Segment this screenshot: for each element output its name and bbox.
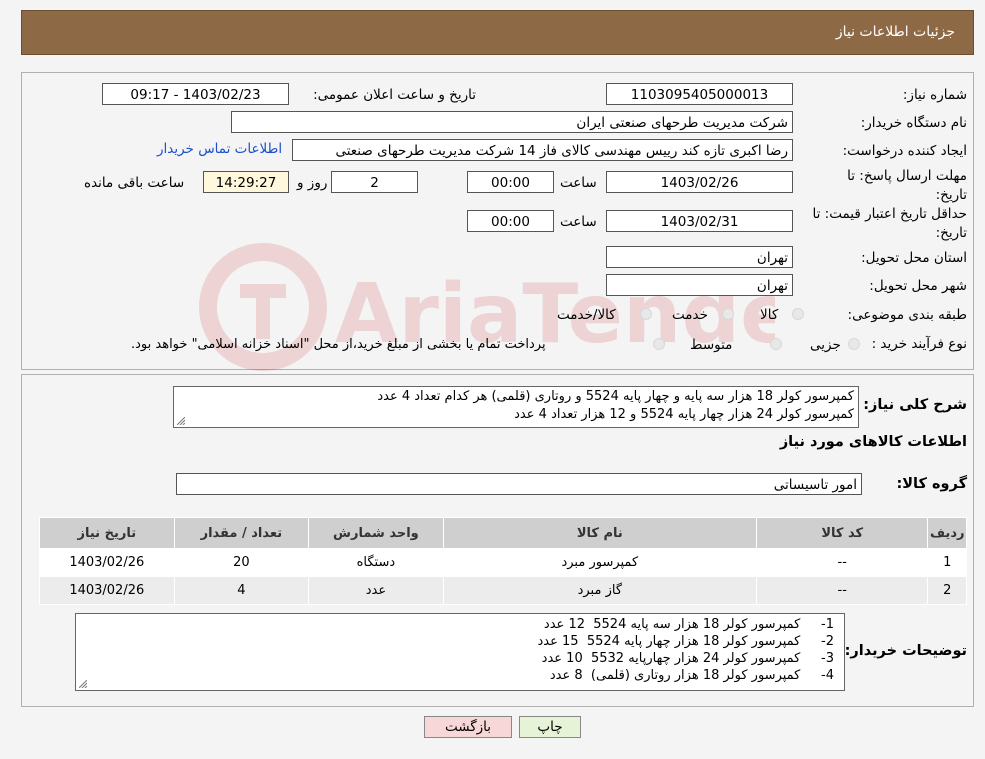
cell-unit: دستگاه <box>308 548 444 577</box>
category-radio-goods[interactable] <box>792 308 804 320</box>
deadline-time-field: 00:00 <box>467 171 554 193</box>
process-radio-treasury[interactable] <box>653 338 665 350</box>
col-row: ردیف <box>927 517 967 549</box>
category-option-service: خدمت <box>672 307 708 323</box>
description-line-2: کمپرسور کولر 24 هزار چهار پایه 5524 و 12… <box>514 407 854 422</box>
process-option-medium: متوسط <box>690 337 733 353</box>
cell-date: 1403/02/26 <box>39 576 175 605</box>
cell-name: کمپرسور مبرد <box>442 548 757 577</box>
process-radio-medium[interactable] <box>770 338 782 350</box>
creator-label: ایجاد کننده درخواست: <box>842 143 967 159</box>
validity-time-label: ساعت <box>560 214 597 230</box>
process-radio-minor[interactable] <box>848 338 860 350</box>
buyer-org-label: نام دستگاه خریدار: <box>860 115 967 131</box>
col-name: نام کالا <box>442 517 757 549</box>
table-row: 1 -- کمپرسور مبرد دستگاه 20 1403/02/26 <box>39 548 967 577</box>
resize-grip-icon[interactable] <box>79 680 87 688</box>
city-field: تهران <box>606 274 793 296</box>
buyer-contact-link[interactable]: اطلاعات تماس خریدار <box>157 141 282 157</box>
buyer-note-line-2: 2- کمپرسور کولر 18 هزار چهار پایه 5524 1… <box>537 634 834 649</box>
category-radio-both[interactable] <box>640 308 652 320</box>
description-textarea[interactable]: کمپرسور کولر 18 هزار سه پایه و چهار پایه… <box>173 386 859 428</box>
cell-row: 2 <box>927 576 967 605</box>
cell-unit: عدد <box>308 576 444 605</box>
validity-label: حداقل تاریخ اعتبار قیمت: تا تاریخ: <box>812 206 967 241</box>
buyer-notes-label: توضیحات خریدار: <box>844 643 967 659</box>
cell-code: -- <box>755 548 929 577</box>
goods-group-field: امور تاسیساتی <box>176 473 862 495</box>
cell-date: 1403/02/26 <box>39 548 175 577</box>
buyer-note-line-4: 4- کمپرسور کولر 18 هزار روتاری (قلمی) 8 … <box>549 668 834 683</box>
city-label: شهر محل تحویل: <box>869 278 967 294</box>
print-button[interactable]: چاپ <box>519 716 581 738</box>
buyer-notes-textarea[interactable]: 1- کمپرسور کولر 18 هزار سه پایه 5524 12 … <box>75 613 845 691</box>
creator-field: رضا اکبری تازه کند رییس مهندسی کالای فاز… <box>292 139 793 161</box>
goods-table: ردیف کد کالا نام کالا واحد شمارش تعداد /… <box>39 517 967 605</box>
province-field: تهران <box>606 246 793 268</box>
validity-time-field: 00:00 <box>467 210 554 232</box>
page-header: جزئیات اطلاعات نیاز <box>21 10 974 55</box>
table-header-row: ردیف کد کالا نام کالا واحد شمارش تعداد /… <box>39 517 967 549</box>
category-label: طبقه بندی موضوعی: <box>847 307 967 323</box>
deadline-date-field: 1403/02/26 <box>606 171 793 193</box>
process-option-minor: جزیی <box>810 337 841 353</box>
need-number-field: 1103095405000013 <box>606 83 793 105</box>
goods-section-title: اطلاعات کالاهای مورد نیاز <box>779 434 967 450</box>
cell-code: -- <box>755 576 929 605</box>
days-field: 2 <box>331 171 418 193</box>
process-label: نوع فرآیند خرید : <box>871 336 967 352</box>
cell-qty: 4 <box>173 576 310 605</box>
col-unit: واحد شمارش <box>308 517 444 549</box>
category-option-both: کالا/خدمت <box>557 307 616 323</box>
resize-grip-icon[interactable] <box>177 417 185 425</box>
process-note: پرداخت تمام یا بخشی از مبلغ خرید،از محل … <box>131 337 546 352</box>
goods-group-label: گروه کالا: <box>896 476 967 492</box>
cell-name: گاز مبرد <box>442 576 757 605</box>
deadline-label: مهلت ارسال پاسخ: تا تاریخ: <box>847 168 967 203</box>
remaining-time-field: 14:29:27 <box>203 171 289 193</box>
announce-label: تاریخ و ساعت اعلان عمومی: <box>313 87 476 103</box>
announce-field: 1403/02/23 - 09:17 <box>102 83 289 105</box>
col-code: کد کالا <box>755 517 929 549</box>
page-title: جزئیات اطلاعات نیاز <box>835 24 955 40</box>
deadline-time-label: ساعت <box>560 175 597 191</box>
back-button[interactable]: بازگشت <box>424 716 512 738</box>
table-row: 2 -- گاز مبرد عدد 4 1403/02/26 <box>39 576 967 605</box>
category-option-goods: کالا <box>760 307 779 323</box>
buyer-note-line-3: 3- کمپرسور کولر 24 هزار چهارپایه 5532 10… <box>541 651 834 666</box>
remaining-label: ساعت باقی مانده <box>84 175 185 191</box>
col-qty: تعداد / مقدار <box>173 517 310 549</box>
buyer-org-field: شرکت مدیریت طرحهای صنعتی ایران <box>231 111 793 133</box>
description-label: شرح کلی نیاز: <box>863 397 967 413</box>
col-date: تاریخ نیاز <box>39 517 175 549</box>
cell-qty: 20 <box>173 548 310 577</box>
province-label: استان محل تحویل: <box>861 250 967 266</box>
validity-date-field: 1403/02/31 <box>606 210 793 232</box>
description-line-1: کمپرسور کولر 18 هزار سه پایه و چهار پایه… <box>377 389 854 404</box>
need-number-label: شماره نیاز: <box>902 87 967 103</box>
buyer-note-line-1: 1- کمپرسور کولر 18 هزار سه پایه 5524 12 … <box>543 617 834 632</box>
category-radio-service[interactable] <box>722 308 734 320</box>
cell-row: 1 <box>927 548 967 577</box>
days-label: روز و <box>297 175 328 191</box>
